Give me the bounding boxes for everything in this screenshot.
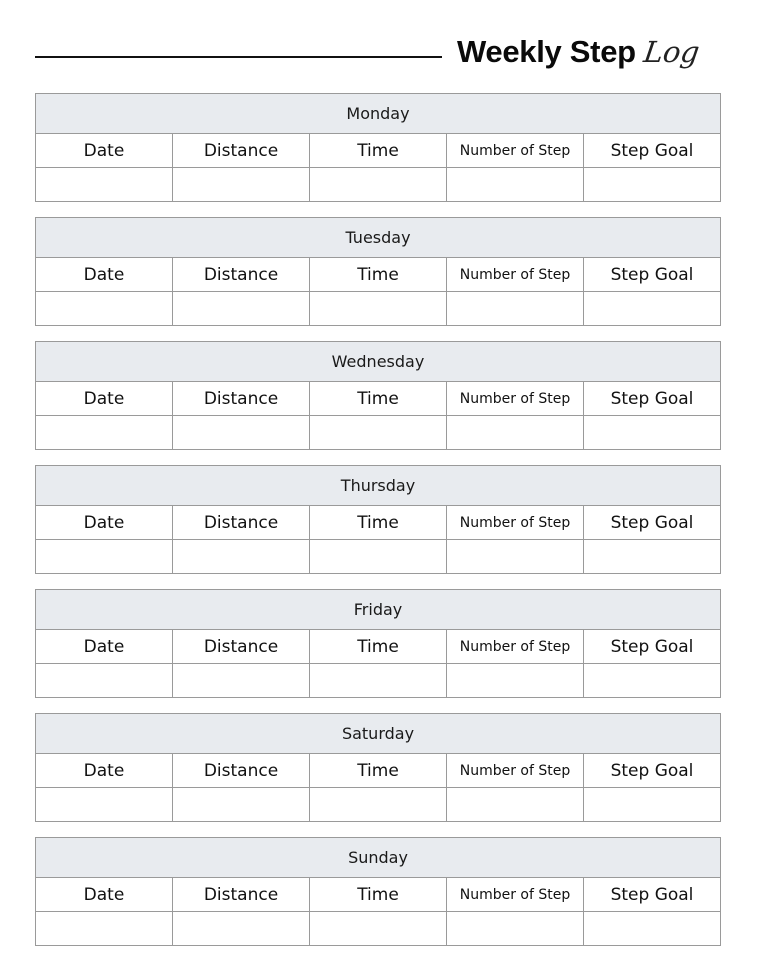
column-header-step-goal: Step Goal — [583, 629, 721, 664]
column-header-time: Time — [309, 877, 447, 912]
day-header: Tuesday — [35, 217, 721, 258]
wednesday-step-goal-cell[interactable] — [583, 415, 721, 450]
tuesday-date-cell[interactable] — [35, 291, 173, 326]
day-table-sunday: Sunday Date Distance Time Number of Step Step… — [35, 837, 721, 946]
column-header-distance: Distance — [172, 133, 310, 168]
tuesday-time-cell[interactable] — [309, 291, 447, 326]
monday-number-of-step-cell[interactable] — [446, 167, 584, 202]
day-header: Sunday — [35, 837, 721, 878]
saturday-number-of-step-cell[interactable] — [446, 787, 584, 822]
sunday-distance-cell[interactable] — [172, 911, 310, 946]
saturday-step-goal-cell[interactable] — [583, 787, 721, 822]
tuesday-step-goal-cell[interactable] — [583, 291, 721, 326]
page-title: Weekly Step Log — [457, 34, 702, 74]
column-header-number-of-step: Number of Step — [446, 381, 584, 416]
column-header-step-goal: Step Goal — [583, 133, 721, 168]
monday-step-goal-cell[interactable] — [583, 167, 721, 202]
column-header-date: Date — [35, 257, 173, 292]
column-header-number-of-step: Number of Step — [446, 257, 584, 292]
column-header-step-goal: Step Goal — [583, 753, 721, 788]
saturday-date-cell[interactable] — [35, 787, 173, 822]
day-header: Monday — [35, 93, 721, 134]
saturday-distance-cell[interactable] — [172, 787, 310, 822]
page-title-script: Log — [641, 35, 702, 69]
friday-distance-cell[interactable] — [172, 663, 310, 698]
sunday-number-of-step-cell[interactable] — [446, 911, 584, 946]
column-header-distance: Distance — [172, 877, 310, 912]
column-header-step-goal: Step Goal — [583, 505, 721, 540]
column-header-time: Time — [309, 133, 447, 168]
monday-date-cell[interactable] — [35, 167, 173, 202]
column-header-date: Date — [35, 381, 173, 416]
thursday-distance-cell[interactable] — [172, 539, 310, 574]
column-header-number-of-step: Number of Step — [446, 133, 584, 168]
day-header: Thursday — [35, 465, 721, 506]
column-header-date: Date — [35, 629, 173, 664]
column-header-number-of-step: Number of Step — [446, 629, 584, 664]
column-header-number-of-step: Number of Step — [446, 505, 584, 540]
thursday-step-goal-cell[interactable] — [583, 539, 721, 574]
thursday-date-cell[interactable] — [35, 539, 173, 574]
wednesday-number-of-step-cell[interactable] — [446, 415, 584, 450]
day-header: Friday — [35, 589, 721, 630]
column-header-step-goal: Step Goal — [583, 381, 721, 416]
column-header-time: Time — [309, 505, 447, 540]
wednesday-date-cell[interactable] — [35, 415, 173, 450]
column-header-number-of-step: Number of Step — [446, 877, 584, 912]
friday-number-of-step-cell[interactable] — [446, 663, 584, 698]
thursday-time-cell[interactable] — [309, 539, 447, 574]
column-header-step-goal: Step Goal — [583, 877, 721, 912]
friday-time-cell[interactable] — [309, 663, 447, 698]
column-header-date: Date — [35, 505, 173, 540]
thursday-number-of-step-cell[interactable] — [446, 539, 584, 574]
sunday-time-cell[interactable] — [309, 911, 447, 946]
day-table-monday: Monday Date Distance Time Number of Step Step… — [35, 93, 721, 202]
wednesday-distance-cell[interactable] — [172, 415, 310, 450]
monday-time-cell[interactable] — [309, 167, 447, 202]
friday-step-goal-cell[interactable] — [583, 663, 721, 698]
sunday-date-cell[interactable] — [35, 911, 173, 946]
day-table-tuesday: Tuesday Date Distance Time Number of Step Ste… — [35, 217, 721, 326]
saturday-time-cell[interactable] — [309, 787, 447, 822]
column-header-date: Date — [35, 753, 173, 788]
tuesday-distance-cell[interactable] — [172, 291, 310, 326]
day-table-thursday: Thursday Date Distance Time Number of Step St… — [35, 465, 721, 574]
day-table-friday: Friday Date Distance Time Number of Step Step… — [35, 589, 721, 698]
column-header-distance: Distance — [172, 505, 310, 540]
column-header-date: Date — [35, 877, 173, 912]
day-table-wednesday: Wednesday Date Distance Time Number of Step S… — [35, 341, 721, 450]
day-header: Wednesday — [35, 341, 721, 382]
column-header-step-goal: Step Goal — [583, 257, 721, 292]
title-rule — [35, 56, 442, 58]
column-header-time: Time — [309, 381, 447, 416]
column-header-distance: Distance — [172, 629, 310, 664]
column-header-number-of-step: Number of Step — [446, 753, 584, 788]
wednesday-time-cell[interactable] — [309, 415, 447, 450]
day-table-saturday: Saturday Date Distance Time Number of Step St… — [35, 713, 721, 822]
column-header-distance: Distance — [172, 753, 310, 788]
sunday-step-goal-cell[interactable] — [583, 911, 721, 946]
friday-date-cell[interactable] — [35, 663, 173, 698]
day-header: Saturday — [35, 713, 721, 754]
column-header-time: Time — [309, 257, 447, 292]
monday-distance-cell[interactable] — [172, 167, 310, 202]
column-header-time: Time — [309, 753, 447, 788]
column-header-distance: Distance — [172, 257, 310, 292]
tuesday-number-of-step-cell[interactable] — [446, 291, 584, 326]
page-title-bold: Weekly Step — [457, 34, 636, 69]
column-header-distance: Distance — [172, 381, 310, 416]
column-header-time: Time — [309, 629, 447, 664]
column-header-date: Date — [35, 133, 173, 168]
